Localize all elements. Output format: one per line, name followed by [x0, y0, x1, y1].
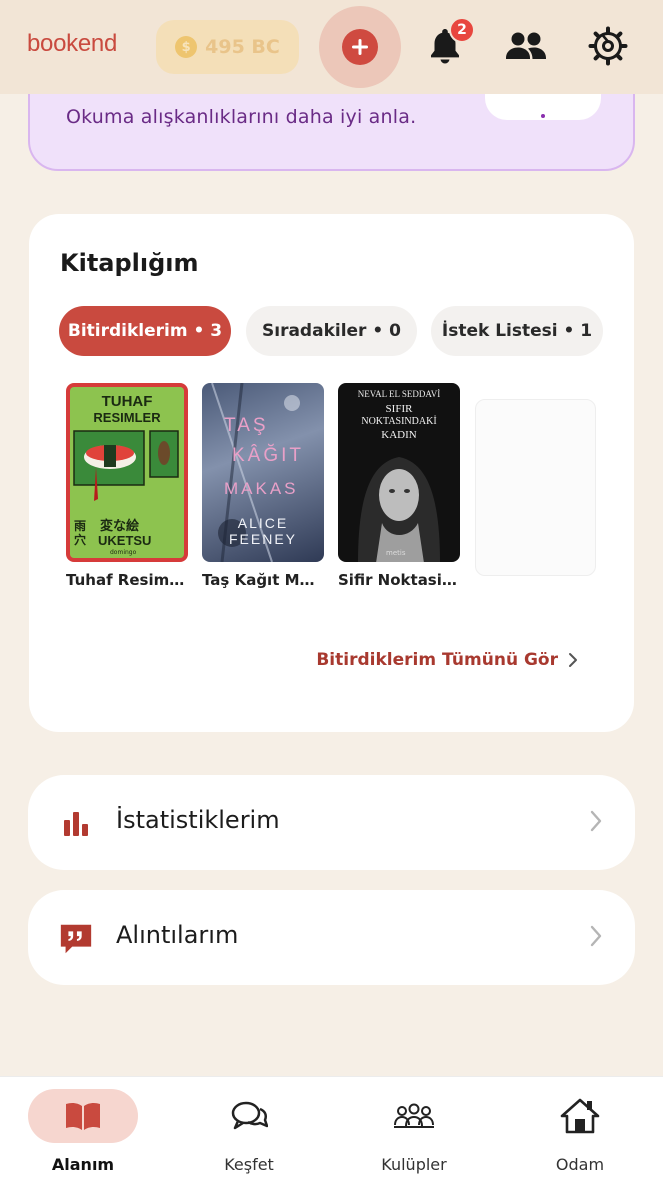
cover-title-line1: TUHAF — [101, 393, 153, 410]
plus-icon — [342, 29, 378, 65]
book-cover[interactable]: TUHAF RESIMLER 変な絵 雨穴 UKETSU domingo — [66, 383, 188, 562]
cover-publisher: metis — [386, 549, 406, 557]
book-open-icon — [28, 1089, 138, 1143]
nav-item-alanim[interactable]: Alanım — [28, 1089, 138, 1189]
cover-author: NEVAL EL SEDDAVİ — [357, 389, 441, 399]
nav-label: Keşfet — [224, 1155, 274, 1174]
gear-icon — [588, 26, 628, 66]
nav-label: Alanım — [51, 1155, 115, 1174]
cover-title-line1: TAŞ — [224, 415, 269, 436]
cover-author: UKETSU — [98, 533, 152, 548]
cover-illustration — [73, 430, 179, 501]
book-item[interactable]: TUHAF RESIMLER 変な絵 雨穴 UKETSU domingo Tuh… — [66, 383, 188, 589]
group-icon — [359, 1089, 469, 1143]
see-all-finished-link[interactable]: Bitirdiklerim Tümünü Gör — [316, 650, 578, 670]
cover-portrait — [358, 457, 440, 562]
cover-title-line2: NOKTASINDAKİ — [361, 416, 437, 427]
nav-label: Kulüpler — [381, 1155, 447, 1174]
add-button[interactable] — [319, 6, 401, 88]
nav-label: Odam — [555, 1155, 605, 1174]
notifications-button[interactable]: 2 — [423, 17, 475, 70]
library-title: Kitaplığım — [60, 249, 199, 277]
chat-bubbles-icon — [194, 1089, 304, 1143]
quote-icon — [58, 921, 94, 957]
menu-row-label: İstatistiklerim — [116, 806, 280, 834]
cover-publisher: domingo — [110, 549, 137, 556]
friends-icon — [506, 32, 546, 59]
chip-finished[interactable]: Bitirdiklerim • 3 — [59, 306, 231, 356]
coin-balance-button[interactable]: $ 495 BC — [156, 20, 299, 74]
friends-button[interactable] — [504, 22, 548, 70]
cover-title-line2: KÂĞIT — [232, 445, 305, 466]
home-icon — [525, 1089, 635, 1143]
cover-title-line1: SIFIR — [385, 403, 413, 415]
cover-title-line3: MAKAS — [224, 479, 299, 498]
settings-button[interactable] — [586, 22, 630, 70]
menu-row-quotes[interactable]: Alıntılarım — [28, 890, 635, 985]
coin-balance: 495 BC — [205, 36, 280, 58]
cover-kanji: 変な絵 — [100, 519, 140, 534]
app-logo[interactable]: bookend — [27, 30, 117, 58]
bottom-navigation: Alanım Keşfet Kulüpler Odam — [0, 1076, 663, 1199]
app-screen: Okuma alışkanlıklarını daha iyi anla. bo… — [0, 0, 663, 1199]
nav-item-kesfet[interactable]: Keşfet — [194, 1089, 304, 1189]
book-item[interactable]: NEVAL EL SEDDAVİ SIFIR NOKTASINDAKİ KADI… — [338, 383, 460, 589]
chip-wishlist[interactable]: İstek Listesi • 1 — [431, 306, 603, 356]
promo-text: Okuma alışkanlıklarını daha iyi anla. — [66, 106, 417, 128]
cover-title-line3: KADIN — [381, 429, 417, 441]
chevron-right-icon — [589, 809, 603, 837]
book-placeholder — [475, 399, 596, 576]
chevron-right-icon — [569, 653, 577, 667]
chevron-right-icon — [589, 924, 603, 952]
cover-author: ALICE FEENEY — [228, 515, 297, 547]
book-title: Taş Kağıt Ma... — [202, 571, 324, 589]
bar-chart-icon — [58, 806, 94, 842]
cover-side-kanji: 雨穴 — [74, 519, 87, 547]
nav-item-odam[interactable]: Odam — [525, 1089, 635, 1189]
coin-icon: $ — [175, 36, 198, 58]
cover-title-line2: RESIMLER — [93, 410, 161, 425]
book-item[interactable]: TAŞ KÂĞIT MAKAS ALICE FEENEY Taş Kağıt M… — [202, 383, 324, 589]
menu-row-statistics[interactable]: İstatistiklerim — [28, 775, 635, 870]
see-all-label: Bitirdiklerim Tümünü Gör — [316, 650, 558, 670]
notification-badge: 2 — [449, 17, 475, 43]
top-bar: bookend $ 495 BC 2 — [0, 0, 663, 94]
book-cover[interactable]: TAŞ KÂĞIT MAKAS ALICE FEENEY — [202, 383, 324, 562]
book-title: Tuhaf Resimler — [66, 571, 188, 589]
chip-up-next[interactable]: Sıradakiler • 0 — [246, 306, 417, 356]
book-cover[interactable]: NEVAL EL SEDDAVİ SIFIR NOKTASINDAKİ KADI… — [338, 383, 460, 562]
nav-item-kulupler[interactable]: Kulüpler — [359, 1089, 469, 1189]
library-card: Kitaplığım Bitirdiklerim • 3 Sıradakiler… — [29, 214, 634, 732]
menu-row-label: Alıntılarım — [116, 921, 239, 949]
book-title: Sifir Noktasin... — [338, 571, 460, 589]
